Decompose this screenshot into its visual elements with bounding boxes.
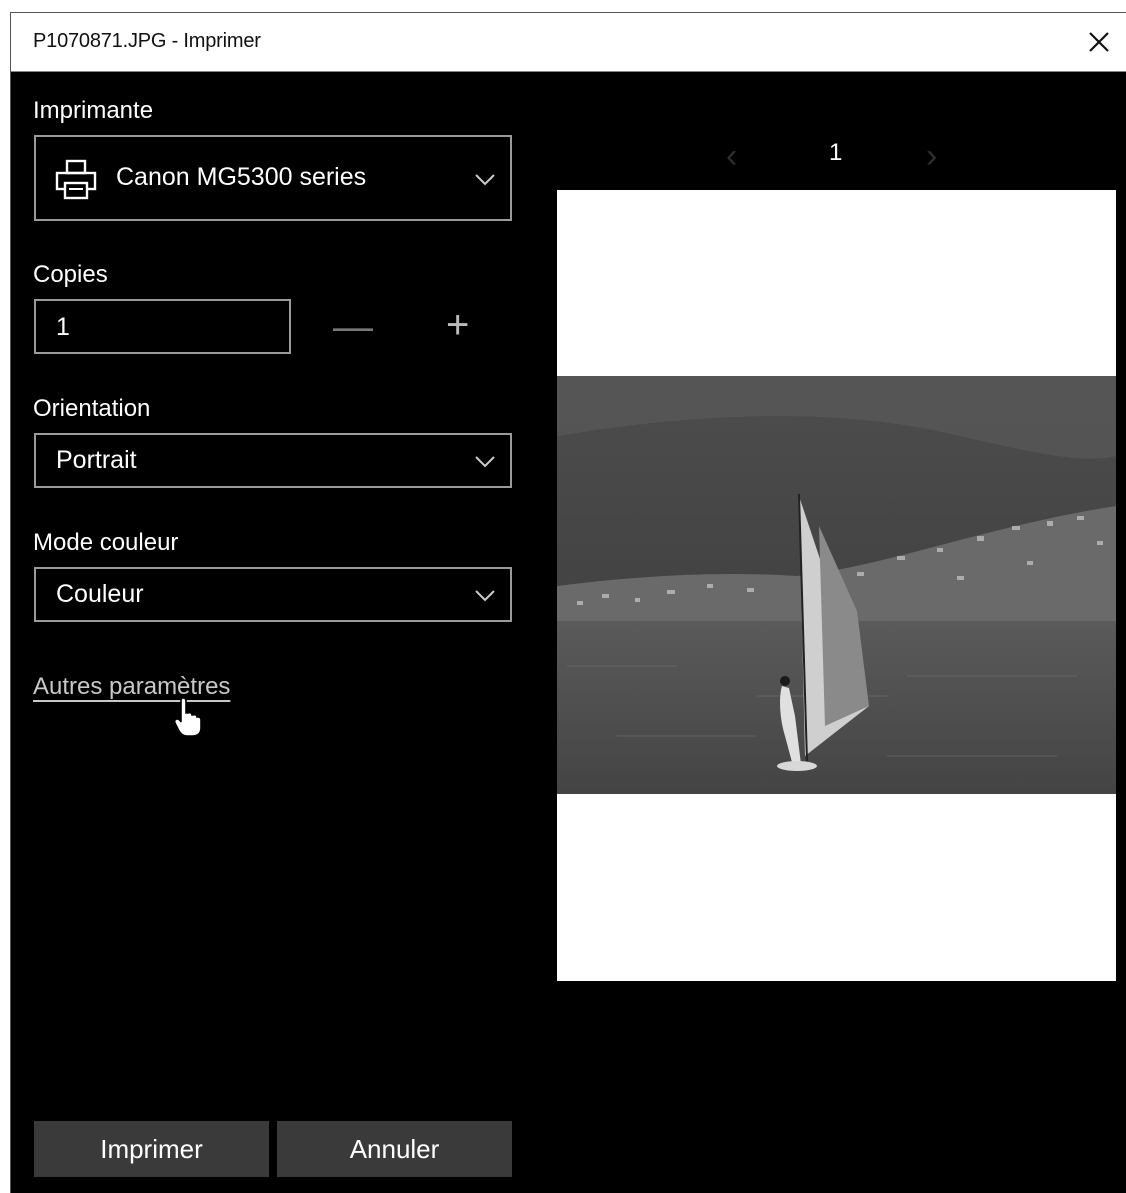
copies-input[interactable]: 1 [34, 299, 291, 354]
previous-page-button[interactable]: ‹ [726, 137, 737, 176]
color-mode-value: Couleur [56, 580, 144, 608]
title-bar: P1070871.JPG - Imprimer [11, 13, 1126, 72]
print-button[interactable]: Imprimer [34, 1121, 269, 1177]
orientation-label: Orientation [33, 395, 151, 422]
chevron-down-icon [475, 174, 495, 186]
printer-label: Imprimante [33, 97, 154, 124]
next-page-button[interactable]: › [926, 137, 937, 176]
copies-value: 1 [56, 313, 70, 341]
chevron-down-icon [475, 456, 495, 468]
printer-select[interactable]: Canon MG5300 series [34, 135, 512, 221]
preview-photo [557, 376, 1116, 794]
increment-button[interactable]: + [446, 305, 469, 345]
color-mode-select[interactable]: Couleur [34, 567, 512, 622]
copies-label: Copies [33, 261, 108, 288]
orientation-value: Portrait [56, 446, 137, 474]
cancel-button[interactable]: Annuler [277, 1121, 512, 1177]
page-number: 1 [829, 139, 843, 166]
printer-value: Canon MG5300 series [116, 163, 367, 191]
close-button[interactable] [1075, 19, 1123, 65]
printer-icon [55, 159, 97, 200]
hand-cursor-icon [173, 697, 202, 737]
close-icon [1089, 32, 1109, 52]
orientation-select[interactable]: Portrait [34, 433, 512, 488]
decrement-button[interactable]: — [333, 307, 373, 347]
print-preview [557, 190, 1116, 981]
chevron-down-icon [475, 590, 495, 602]
print-dialog: P1070871.JPG - Imprimer Imprimante Canon… [10, 12, 1126, 1193]
color-mode-label: Mode couleur [33, 529, 179, 556]
window-title: P1070871.JPG - Imprimer [33, 30, 261, 52]
